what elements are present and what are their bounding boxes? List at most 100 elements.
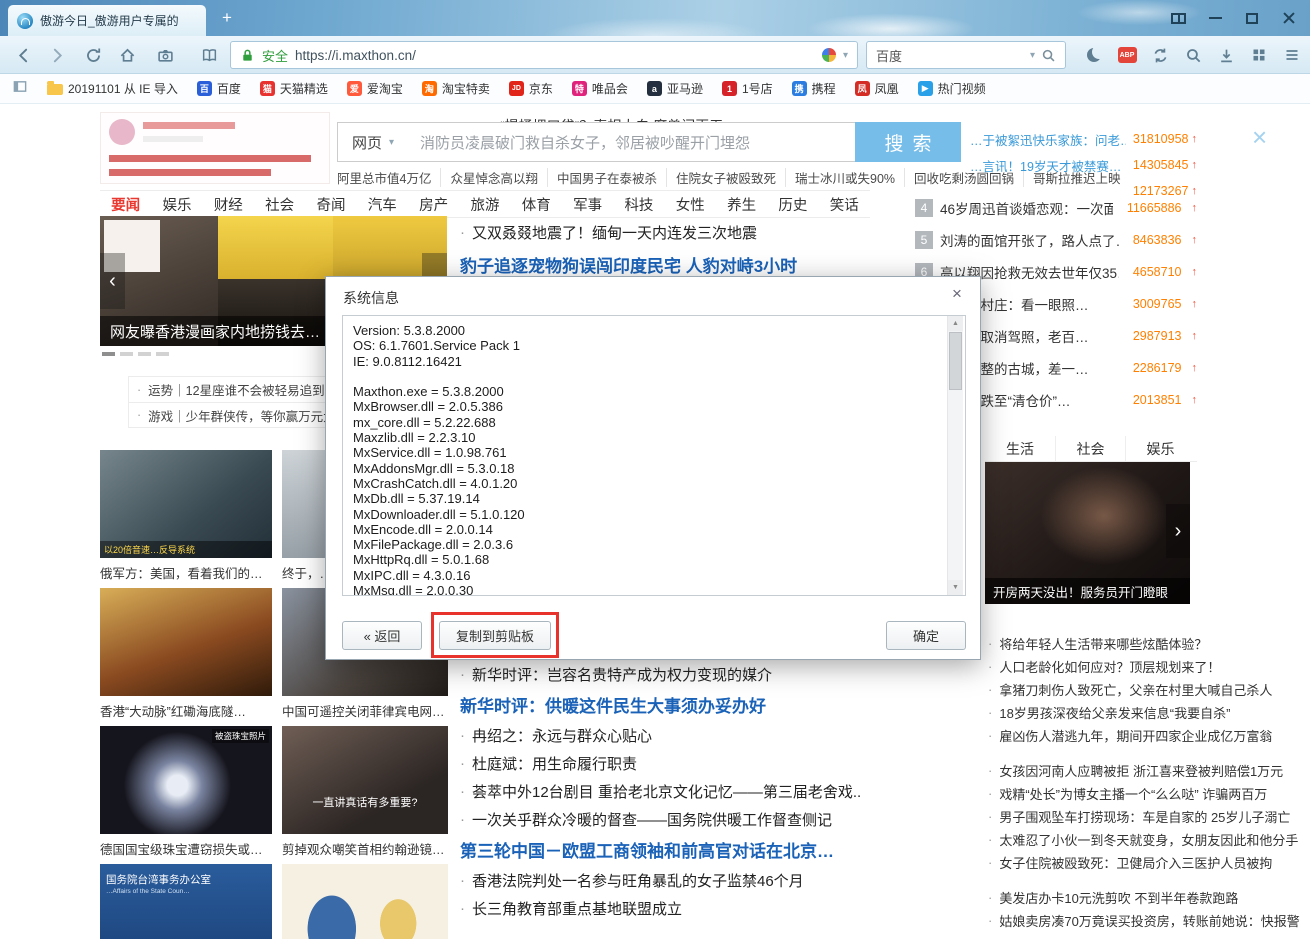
tab-yaowen[interactable]: 要闻 (100, 191, 151, 217)
forward-icon[interactable] (44, 44, 70, 66)
news-item[interactable]: 杜庭斌：用生命履行职责 (460, 749, 872, 777)
hot-link[interactable]: 住院女子被殴致死 (666, 168, 785, 187)
news-item-emphasis[interactable]: 新华时评：供暖这件民生大事须办妥办好 (460, 688, 872, 721)
photo-caption[interactable]: 俄军方：美国，看着我们的… (100, 562, 272, 582)
rank-row[interactable]: 446岁周迅首谈婚恋观：一次面…11665886↑ (915, 192, 1197, 224)
quick-list-item[interactable]: 游戏｜少年群侠传，等你赢万元大… (129, 402, 335, 427)
close-icon[interactable] (1278, 8, 1300, 28)
scroll-down-icon[interactable]: ▼ (948, 580, 963, 595)
news-photo[interactable] (282, 864, 448, 939)
right-news-item[interactable]: 姑娘卖房凑70万竟误买投资房，转账前她说：快报警 (988, 909, 1310, 932)
right-photo-caption[interactable]: 开房两天没出！服务员开门瞪眼 (985, 578, 1190, 604)
search-category-select[interactable]: 网页▾ (337, 122, 409, 162)
bookmark-item[interactable]: 猫天猫精选 (260, 80, 328, 97)
bookmark-item[interactable]: 淘淘宝特卖 (422, 80, 490, 97)
right-news-item[interactable]: 将给年轻人生活带来哪些炫酷体验？ (988, 632, 1310, 655)
news-item[interactable]: 新华时评：岂容名贵特产成为权力变现的媒介 (460, 660, 872, 688)
back-icon[interactable] (10, 44, 36, 66)
tab-caijing[interactable]: 财经 (203, 191, 254, 217)
maximize-icon[interactable] (1241, 8, 1263, 28)
news-item[interactable]: 荟萃中外12台剧目 重拾老北京文化记忆——第三届老舍戏.. (460, 777, 872, 805)
news-item[interactable]: 长三角教育部重点基地联盟成立 (460, 894, 872, 922)
home-icon[interactable] (114, 44, 140, 66)
minimize-icon[interactable] (1204, 8, 1226, 28)
right-news-item[interactable]: 太难忍了小伙一到冬天就变身，女朋友因此和他分手 (988, 828, 1310, 851)
tab-qiche[interactable]: 汽车 (357, 191, 408, 217)
tab-shenghuo[interactable]: 生活 (985, 436, 1055, 461)
new-tab-button[interactable]: + (215, 7, 239, 29)
tab-yangsheng[interactable]: 养生 (716, 191, 767, 217)
chevron-down-icon[interactable]: ▾ (1030, 50, 1035, 61)
bookmark-item[interactable]: 11号店 (722, 80, 773, 97)
photo-caption[interactable]: 德国国宝级珠宝遭窃损失或… (100, 838, 272, 858)
snapshot-icon[interactable] (152, 44, 178, 66)
right-news-item[interactable]: 拿猪刀刺伤人致死亡，父亲在村里大喊自己杀人 (988, 678, 1310, 701)
news-item-emphasis[interactable]: 第三轮中国－欧盟工商领袖和前高官对话在北京… (460, 833, 872, 866)
news-photo[interactable]: 被盗珠宝照片 (100, 726, 272, 834)
right-news-item[interactable]: 美发店办卡10元洗剪吹 不到半年卷款跑路 (988, 886, 1310, 909)
copy-to-clipboard-button[interactable]: 复制到剪贴板 (439, 621, 551, 650)
tab-tiyu[interactable]: 体育 (511, 191, 562, 217)
tab-shehui-right[interactable]: 社会 (1055, 436, 1125, 461)
rank-row[interactable]: …言讯！19岁天才被禁赛…14305845↑ (970, 152, 1197, 178)
bookmark-item[interactable]: ▶热门视频 (918, 80, 986, 97)
photo-caption[interactable]: 剪掉观众嘲笑首相约翰逊镜… (282, 838, 447, 858)
right-news-item[interactable]: 男子围观坠车打捞现场：车是自家的 25岁儿子溺亡 (988, 805, 1310, 828)
tab-keji[interactable]: 科技 (613, 191, 664, 217)
tab-xiaohua[interactable]: 笑话 (819, 191, 870, 217)
skynote-pinwheel-icon[interactable] (822, 48, 836, 62)
bookmark-item[interactable]: 爱爱淘宝 (347, 80, 403, 97)
carousel-dot[interactable] (138, 352, 151, 356)
carousel-dot[interactable] (120, 352, 133, 356)
photo-next-icon[interactable]: › (1166, 504, 1190, 558)
download-icon[interactable] (1216, 45, 1236, 65)
headline-item[interactable]: 又双叒叕地震了！缅甸一天内连发三次地震 (460, 218, 868, 246)
photo-caption[interactable]: 中国可遥控关闭菲律宾电网… (282, 700, 447, 720)
refresh-icon[interactable] (80, 44, 106, 66)
tab-lvyou[interactable]: 旅游 (459, 191, 510, 217)
carousel-dot[interactable] (156, 352, 169, 356)
hot-link[interactable]: 瑞士冰川或失90% (785, 168, 904, 187)
news-photo[interactable]: 一直讲真话有多重要? (282, 726, 448, 834)
hot-link[interactable]: 众星悼念高以翔 (440, 168, 547, 187)
scrollbar-thumb[interactable] (949, 332, 962, 390)
hot-link[interactable]: 阿里总市值4万亿 (337, 168, 440, 187)
bookmark-item[interactable]: JD京东 (509, 80, 553, 97)
tab-yule[interactable]: 娱乐 (151, 191, 202, 217)
news-item[interactable]: 冉绍之：永远与群众心贴心 (460, 721, 872, 749)
browser-tab[interactable]: 傲游今日_傲游用户专属的 (8, 5, 206, 36)
adblock-plus-icon[interactable]: ABP (1117, 45, 1137, 65)
right-news-item[interactable]: 女子住院被殴致死：卫健局介入三医护人员被拘 (988, 851, 1310, 874)
right-news-item[interactable]: 戏精“处长”为博女主播一个“么么哒” 诈骗两百万 (988, 782, 1310, 805)
news-photo[interactable]: 以20倍音速…反导系统 (100, 450, 272, 558)
zoom-icon[interactable] (1183, 45, 1203, 65)
hot-link[interactable]: 中国男子在泰被杀 (547, 168, 666, 187)
portal-search-button[interactable]: 搜索 (855, 122, 961, 162)
tab-qiwen[interactable]: 奇闻 (305, 191, 356, 217)
right-news-item[interactable]: 18岁男孩深夜给父亲发来信息“我要自杀” (988, 701, 1310, 724)
split-screen-icon[interactable] (1167, 8, 1189, 28)
carousel-dot[interactable] (102, 352, 115, 356)
bookmark-item[interactable]: 凤凤凰 (855, 80, 899, 97)
news-item[interactable]: 香港法院判处一名参与旺角暴乱的女子监禁46个月 (460, 866, 872, 894)
tab-junshi[interactable]: 军事 (562, 191, 613, 217)
bookmark-folder[interactable]: 20191101 从 IE 导入 (47, 80, 178, 97)
quick-list-item[interactable]: 运势｜12星座谁不会被轻易追到！ (129, 377, 335, 402)
portal-search-input[interactable] (408, 122, 856, 162)
sync-icon[interactable] (1150, 45, 1170, 65)
bookmark-item[interactable]: 携携程 (792, 80, 836, 97)
url-box[interactable]: 安全 https://i.maxthon.cn/ ▾ (230, 41, 858, 69)
news-photo[interactable]: 国务院台湾事务办公室 …Affairs of the State Coun… (100, 864, 272, 939)
menu-icon[interactable] (1282, 45, 1302, 65)
tab-shehui[interactable]: 社会 (254, 191, 305, 217)
apps-grid-icon[interactable] (1249, 45, 1269, 65)
news-photo[interactable] (100, 588, 272, 696)
dialog-scrollbar[interactable]: ▲ ▼ (947, 316, 963, 595)
right-photo-card[interactable]: › 开房两天没出！服务员开门瞪眼 (985, 462, 1190, 604)
chevron-down-icon[interactable]: ▾ (843, 50, 848, 61)
carousel-prev-icon[interactable]: ‹ (100, 253, 125, 309)
news-item[interactable]: 一次关乎群众冷暖的督查——国务院供暖工作督查侧记 (460, 805, 872, 833)
rank-row[interactable]: …于被絮迅快乐家族：问老…31810958↑ (970, 126, 1197, 152)
photo-caption[interactable]: 香港“大动脉”红磡海底隧… (100, 700, 272, 720)
search-engine-box[interactable]: 百度 ▾ (866, 41, 1066, 69)
